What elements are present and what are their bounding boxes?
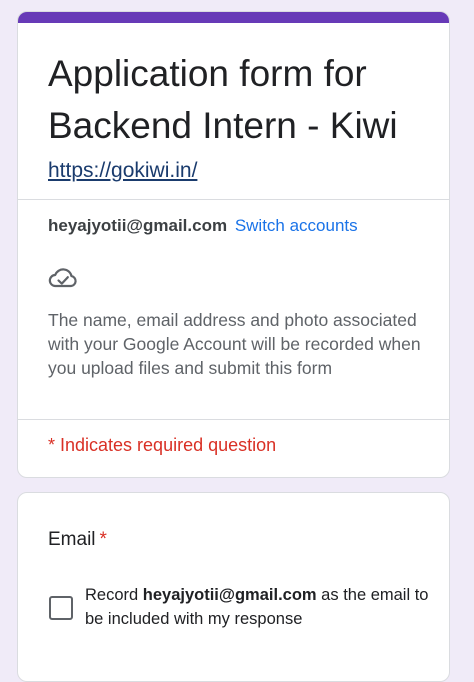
required-asterisk: *: [99, 529, 107, 550]
form-description-link[interactable]: https://gokiwi.in/: [48, 159, 197, 183]
required-note: * Indicates required question: [48, 435, 277, 455]
question-title-text: Email: [48, 529, 96, 550]
record-email-label[interactable]: Record heyajyotii@gmail.com as the email…: [85, 583, 435, 631]
form-title: Application form for Backend Intern - Ki…: [48, 53, 398, 146]
divider: [18, 199, 449, 200]
account-row: heyajyotii@gmail.com Switch accounts: [48, 216, 358, 236]
privacy-disclaimer: The name, email address and photo associ…: [48, 310, 421, 378]
switch-accounts-link[interactable]: Switch accounts: [235, 216, 358, 235]
cloud-done-icon: [48, 268, 77, 288]
question-title: Email *: [48, 529, 107, 551]
divider: [18, 419, 449, 420]
record-email: heyajyotii@gmail.com: [142, 586, 317, 604]
record-email-checkbox[interactable]: [49, 596, 73, 620]
accent-bar: [18, 12, 449, 23]
email-question-card: Email * Record heyajyotii@gmail.com as th…: [17, 492, 450, 682]
form-header-card: Application form for Backend Intern - Ki…: [17, 11, 450, 478]
account-email: heyajyotii@gmail.com: [48, 216, 228, 235]
record-prefix: Record: [85, 586, 143, 604]
